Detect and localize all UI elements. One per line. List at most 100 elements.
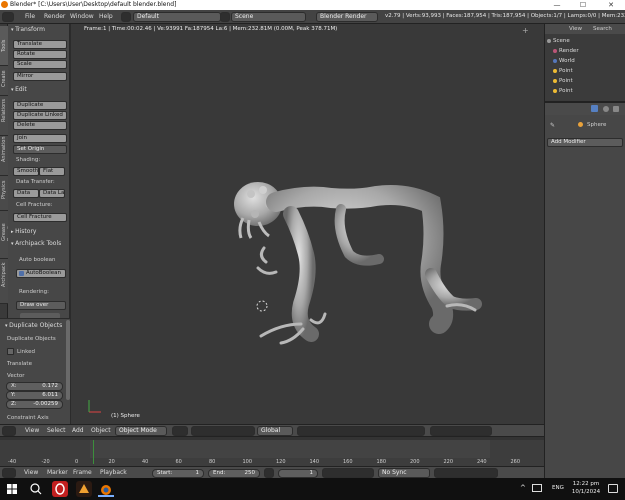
start-frame-field[interactable]: Start: 1	[152, 469, 204, 478]
tab-physics[interactable]: Physics	[0, 176, 8, 211]
timeline[interactable]: -40 -20 0 20 40 60 80 100 120 140 160 180 200 220 240 2…	[0, 436, 554, 466]
tab-relations[interactable]: Relations	[0, 96, 8, 136]
archipack-panel-header[interactable]: Archipack Tools	[11, 240, 61, 247]
screen-layout-icon[interactable]	[121, 12, 131, 22]
end-frame-field[interactable]: End: 250	[208, 469, 260, 478]
sculpt-model[interactable]	[71, 24, 544, 424]
duplicate-linked-button[interactable]: Duplicate Linked	[13, 111, 67, 120]
linked-checkbox[interactable]	[7, 348, 14, 355]
smooth-shading-button[interactable]: Smooth	[13, 167, 39, 176]
vector-z-field[interactable]: Z: -0.00259	[6, 400, 63, 409]
battery-icon[interactable]	[532, 484, 542, 492]
properties-tab-bar	[545, 103, 625, 115]
maximize-button[interactable]: ☐	[572, 0, 594, 10]
tab-create[interactable]: Create	[0, 66, 8, 96]
tab-animation[interactable]: Animation	[0, 136, 8, 176]
notifications-icon[interactable]	[608, 484, 618, 493]
transform-panel-header[interactable]: Transform	[11, 26, 45, 33]
vector-x-field[interactable]: X: 0.172	[6, 382, 63, 391]
media-app-icon[interactable]	[76, 481, 92, 497]
texture-tab-icon[interactable]	[613, 106, 619, 112]
menu-frame[interactable]: Frame	[73, 469, 92, 476]
outliner-item-point[interactable]: Point	[553, 68, 573, 74]
screen-layout-select[interactable]: Default	[133, 12, 221, 22]
current-frame-field[interactable]: 1	[278, 469, 318, 478]
menu-object[interactable]: Object	[91, 427, 111, 434]
scale-button[interactable]: Scale	[13, 60, 67, 69]
menu-window[interactable]: Window	[70, 13, 94, 20]
input-language[interactable]: ENG	[552, 485, 564, 491]
jump-to-start-button[interactable]	[264, 468, 274, 478]
outliner-search-menu[interactable]: Search	[593, 26, 612, 32]
rotate-button[interactable]: Rotate	[13, 50, 67, 59]
join-button[interactable]: Join	[13, 134, 67, 143]
menu-view[interactable]: View	[24, 469, 38, 476]
timeline-tick-label: 80	[209, 459, 216, 465]
vector-y-field[interactable]: Y: 6.011	[6, 391, 63, 400]
operator-scrollbar[interactable]	[66, 320, 70, 400]
menu-help[interactable]: Help	[99, 13, 113, 20]
transform-orientation-select[interactable]: Global	[257, 426, 293, 436]
editor-type-icon[interactable]	[2, 12, 14, 22]
material-tab-icon[interactable]	[603, 106, 609, 112]
scene-select[interactable]: Scene	[231, 12, 306, 22]
region-plus-icon[interactable]: +	[522, 26, 542, 36]
scene-icon[interactable]	[220, 12, 230, 22]
duplicate-objects-header[interactable]: Duplicate Objects	[5, 322, 62, 329]
set-origin-select[interactable]: Set Origin	[13, 145, 67, 154]
autoboolean-button[interactable]: AutoBoolean	[16, 269, 66, 278]
tab-archipack[interactable]: Archipack	[0, 259, 8, 304]
close-button[interactable]: ✕	[600, 0, 622, 10]
menu-render[interactable]: Render	[44, 13, 65, 20]
outliner-item-world[interactable]: World	[553, 58, 575, 64]
blender-logo-icon	[1, 1, 8, 8]
add-modifier-select[interactable]: Add Modifier	[547, 138, 623, 147]
mirror-button[interactable]: Mirror	[13, 72, 67, 81]
menu-add[interactable]: Add	[72, 427, 84, 434]
outliner-item-render[interactable]: Render	[553, 48, 579, 54]
cell-fracture-button[interactable]: Cell Fracture	[13, 213, 67, 222]
windows-start-icon[interactable]	[4, 481, 20, 497]
data-transfer-button[interactable]: Data	[13, 189, 39, 198]
duplicate-button[interactable]: Duplicate	[13, 101, 67, 110]
sync-mode-select[interactable]: No Sync	[378, 468, 430, 478]
keying-controls[interactable]	[434, 468, 498, 478]
edit-panel-header[interactable]: Edit	[11, 86, 27, 93]
draw-over-select[interactable]: Draw over	[16, 301, 66, 310]
flat-shading-button[interactable]: Flat	[39, 167, 65, 176]
outliner-item-point[interactable]: Point	[553, 78, 573, 84]
tab-tools[interactable]: Tools	[0, 26, 8, 66]
tab-grease-pencil[interactable]: Grease Pencil	[0, 211, 13, 259]
history-panel-header[interactable]: History	[11, 228, 36, 235]
menu-view[interactable]: View	[25, 427, 39, 434]
opera-browser-icon[interactable]	[52, 481, 68, 497]
layer-buttons[interactable]	[297, 426, 425, 436]
modifier-tab-icon[interactable]	[591, 105, 598, 112]
viewport-shading-select[interactable]	[172, 426, 188, 436]
outliner-item-point[interactable]: Point	[553, 88, 573, 94]
menu-playback[interactable]: Playback	[100, 469, 127, 476]
snap-buttons[interactable]	[430, 426, 492, 436]
pivot-manipulator-buttons[interactable]	[191, 426, 255, 436]
playback-controls[interactable]	[322, 468, 374, 478]
data-layout-button[interactable]: Data La	[39, 189, 65, 198]
blender-taskbar-icon[interactable]	[98, 481, 114, 497]
menu-file[interactable]: File	[25, 13, 35, 20]
menu-marker[interactable]: Marker	[47, 469, 68, 476]
clock-date[interactable]: 10/1/2024	[566, 489, 606, 495]
outliner-item-scene[interactable]: Scene	[547, 38, 570, 44]
3d-cursor-icon[interactable]	[256, 300, 268, 312]
delete-button[interactable]: Delete	[13, 121, 67, 130]
outliner-view-menu[interactable]: View	[569, 26, 582, 32]
tray-chevron-icon[interactable]: ^	[520, 484, 526, 492]
interaction-mode-select[interactable]: Object Mode	[115, 426, 167, 436]
render-engine-select[interactable]: Blender Render	[316, 12, 378, 22]
editor-type-icon[interactable]	[2, 468, 16, 478]
search-icon[interactable]	[28, 481, 44, 497]
editor-type-icon[interactable]	[2, 426, 16, 436]
3d-viewport[interactable]: +	[71, 24, 544, 424]
translate-button[interactable]: Translate	[13, 40, 67, 49]
menu-select[interactable]: Select	[47, 427, 66, 434]
clock-time[interactable]: 12:22 pm	[566, 481, 606, 487]
minimize-button[interactable]: —	[546, 0, 568, 10]
